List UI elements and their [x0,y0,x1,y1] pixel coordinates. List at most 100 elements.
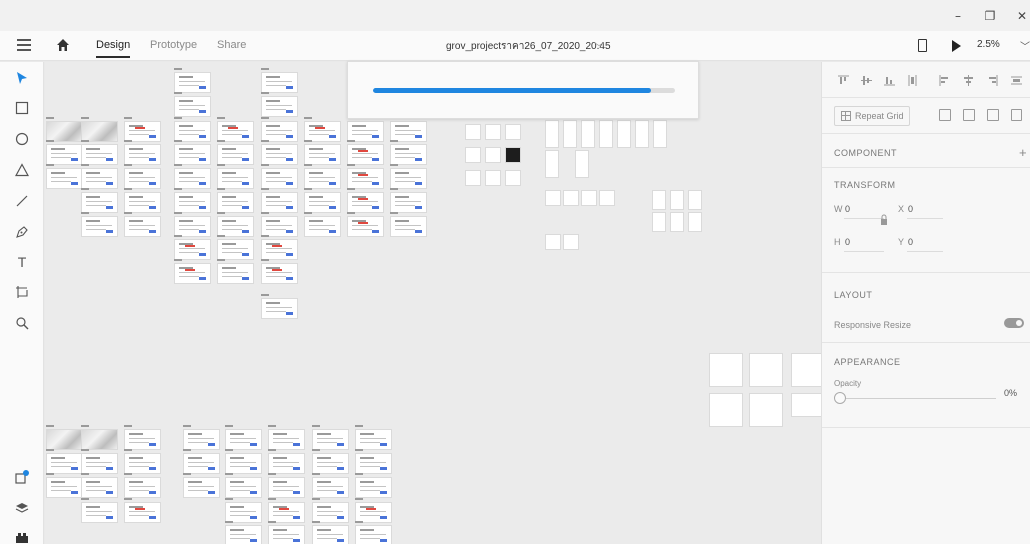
artboard-thumbnail[interactable] [174,72,211,93]
artboard-thumbnail[interactable] [505,124,521,140]
artboard-thumbnail[interactable] [124,144,161,165]
artboard-thumbnail[interactable] [390,216,427,237]
artboard-thumbnail[interactable] [268,502,305,523]
x-field[interactable]: 0 [908,204,913,214]
artboard-thumbnail[interactable] [355,477,392,498]
opacity-slider-handle[interactable] [834,392,846,404]
pen-icon[interactable] [12,222,32,242]
hamburger-menu-icon[interactable] [17,39,31,51]
artboard-thumbnail[interactable] [545,150,559,178]
artboard-thumbnail[interactable] [268,477,305,498]
artboard-thumbnail[interactable] [355,453,392,474]
artboard-thumbnail[interactable] [81,144,118,165]
artboard-thumbnail[interactable] [304,121,341,142]
artboard-thumbnail[interactable] [268,525,305,544]
artboard-thumbnail[interactable] [225,453,262,474]
boolean-add-icon[interactable] [939,109,951,121]
artboard-thumbnail[interactable] [46,453,83,474]
artboard-thumbnail[interactable] [312,502,349,523]
align-middle-icon[interactable] [861,75,872,86]
artboard-thumbnail[interactable] [688,190,702,210]
artboard-thumbnail[interactable] [81,192,118,213]
align-top-icon[interactable] [838,75,849,86]
artboard-thumbnail[interactable] [505,170,521,186]
artboard-thumbnail[interactable] [347,216,384,237]
artboard-thumbnail[interactable] [652,212,666,232]
minimize-button[interactable]: – [948,7,968,25]
artboard-thumbnail[interactable] [124,477,161,498]
layers-icon[interactable] [12,498,32,518]
opacity-slider-track[interactable] [846,398,996,399]
artboard-thumbnail[interactable] [261,168,298,189]
artboard-thumbnail[interactable] [217,144,254,165]
artboard-thumbnail[interactable] [183,453,220,474]
artboard-thumbnail[interactable] [268,429,305,450]
artboard-thumbnail[interactable] [635,120,649,148]
artboard-thumbnail[interactable] [581,120,595,148]
artboard-thumbnail[interactable] [174,96,211,117]
add-component-icon[interactable]: + [1019,145,1027,160]
artboard-thumbnail[interactable] [46,429,83,450]
artboard-thumbnail[interactable] [81,121,118,142]
opacity-value[interactable]: 0% [1004,388,1017,398]
artboard-thumbnail[interactable] [183,429,220,450]
rectangle-icon[interactable] [12,98,32,118]
y-field[interactable]: 0 [908,237,913,247]
artboard-thumbnail[interactable] [268,453,305,474]
repeat-grid-button[interactable]: Repeat Grid [834,106,910,126]
align-bottom-icon[interactable] [884,75,895,86]
artboard-thumbnail[interactable] [563,120,577,148]
align-right-icon[interactable] [987,75,998,86]
artboard-thumbnail[interactable] [261,216,298,237]
distribute-horizontal-icon[interactable] [1011,75,1022,86]
artboard-thumbnail[interactable] [46,477,83,498]
artboard-thumbnail[interactable] [304,216,341,237]
zoom-icon[interactable] [12,313,32,333]
artboard-thumbnail[interactable] [225,502,262,523]
width-field[interactable]: 0 [845,204,850,214]
artboard-thumbnail[interactable] [653,120,667,148]
artboard-thumbnail[interactable] [304,144,341,165]
artboard-thumbnail[interactable] [599,190,615,206]
artboard-thumbnail[interactable] [709,353,743,387]
artboard-thumbnail[interactable] [81,429,118,450]
artboard-thumbnail[interactable] [46,168,83,189]
home-icon[interactable] [55,37,71,53]
close-button[interactable]: ✕ [1012,7,1030,25]
zoom-chevron-icon[interactable]: ﹀ [1020,38,1030,53]
artboard-thumbnail[interactable] [261,96,298,117]
artboard-thumbnail[interactable] [355,502,392,523]
artboard-thumbnail[interactable] [312,429,349,450]
artboard-thumbnail[interactable] [217,216,254,237]
responsive-resize-toggle[interactable] [1004,318,1024,328]
artboard-thumbnail[interactable] [261,192,298,213]
artboard-thumbnail[interactable] [749,393,783,427]
artboard-thumbnail[interactable] [563,234,579,250]
artboard-thumbnail[interactable] [390,121,427,142]
play-icon[interactable] [952,40,961,52]
artboard-thumbnail[interactable] [124,168,161,189]
artboard-thumbnail[interactable] [261,121,298,142]
artboard-thumbnail[interactable] [124,192,161,213]
document-title[interactable]: grov_projectราคา26_07_2020_20.45 [446,39,611,54]
polygon-icon[interactable] [12,160,32,180]
artboard-thumbnail[interactable] [174,263,211,284]
artboard-thumbnail[interactable] [124,429,161,450]
artboard-thumbnail[interactable] [390,192,427,213]
device-preview-icon[interactable] [918,39,927,52]
artboard-thumbnail[interactable] [390,168,427,189]
artboard-thumbnail[interactable] [46,121,83,142]
artboard-thumbnail[interactable] [465,147,481,163]
artboard-thumbnail[interactable] [124,453,161,474]
artboard-thumbnail[interactable] [652,190,666,210]
boolean-subtract-icon[interactable] [963,109,975,121]
line-icon[interactable] [12,191,32,211]
artboard-thumbnail[interactable] [174,216,211,237]
artboard-thumbnail[interactable] [261,72,298,93]
artboard-thumbnail[interactable] [465,124,481,140]
artboard-icon[interactable] [12,282,32,302]
artboard-thumbnail[interactable] [217,239,254,260]
artboard-thumbnail[interactable] [225,429,262,450]
artboard-thumbnail[interactable] [174,144,211,165]
artboard-thumbnail[interactable] [545,120,559,148]
